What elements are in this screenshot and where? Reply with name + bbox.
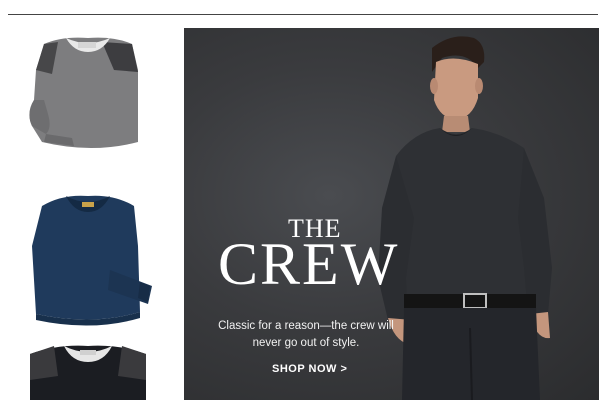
navy-sweater-icon xyxy=(32,195,152,326)
hero-headline: CREW xyxy=(218,231,400,297)
gray-sweater-icon xyxy=(29,37,138,148)
product-thumb-navy-sweater[interactable] xyxy=(22,186,154,326)
top-divider xyxy=(8,14,598,15)
hero-tagline: Classic for a reason—the crew will never… xyxy=(218,320,394,349)
product-thumb-black-sweater[interactable] xyxy=(22,340,154,400)
hero-banner[interactable]: THE CREW Classic for a reason—the crew w… xyxy=(184,28,599,400)
black-sweater-icon xyxy=(30,345,146,400)
shop-now-link[interactable]: SHOP NOW > xyxy=(272,363,347,375)
hero-copy: THE CREW Classic for a reason—the crew w… xyxy=(184,28,599,400)
product-thumb-gray-sweater[interactable] xyxy=(22,30,154,160)
email-page: THE CREW Classic for a reason—the crew w… xyxy=(0,0,600,400)
